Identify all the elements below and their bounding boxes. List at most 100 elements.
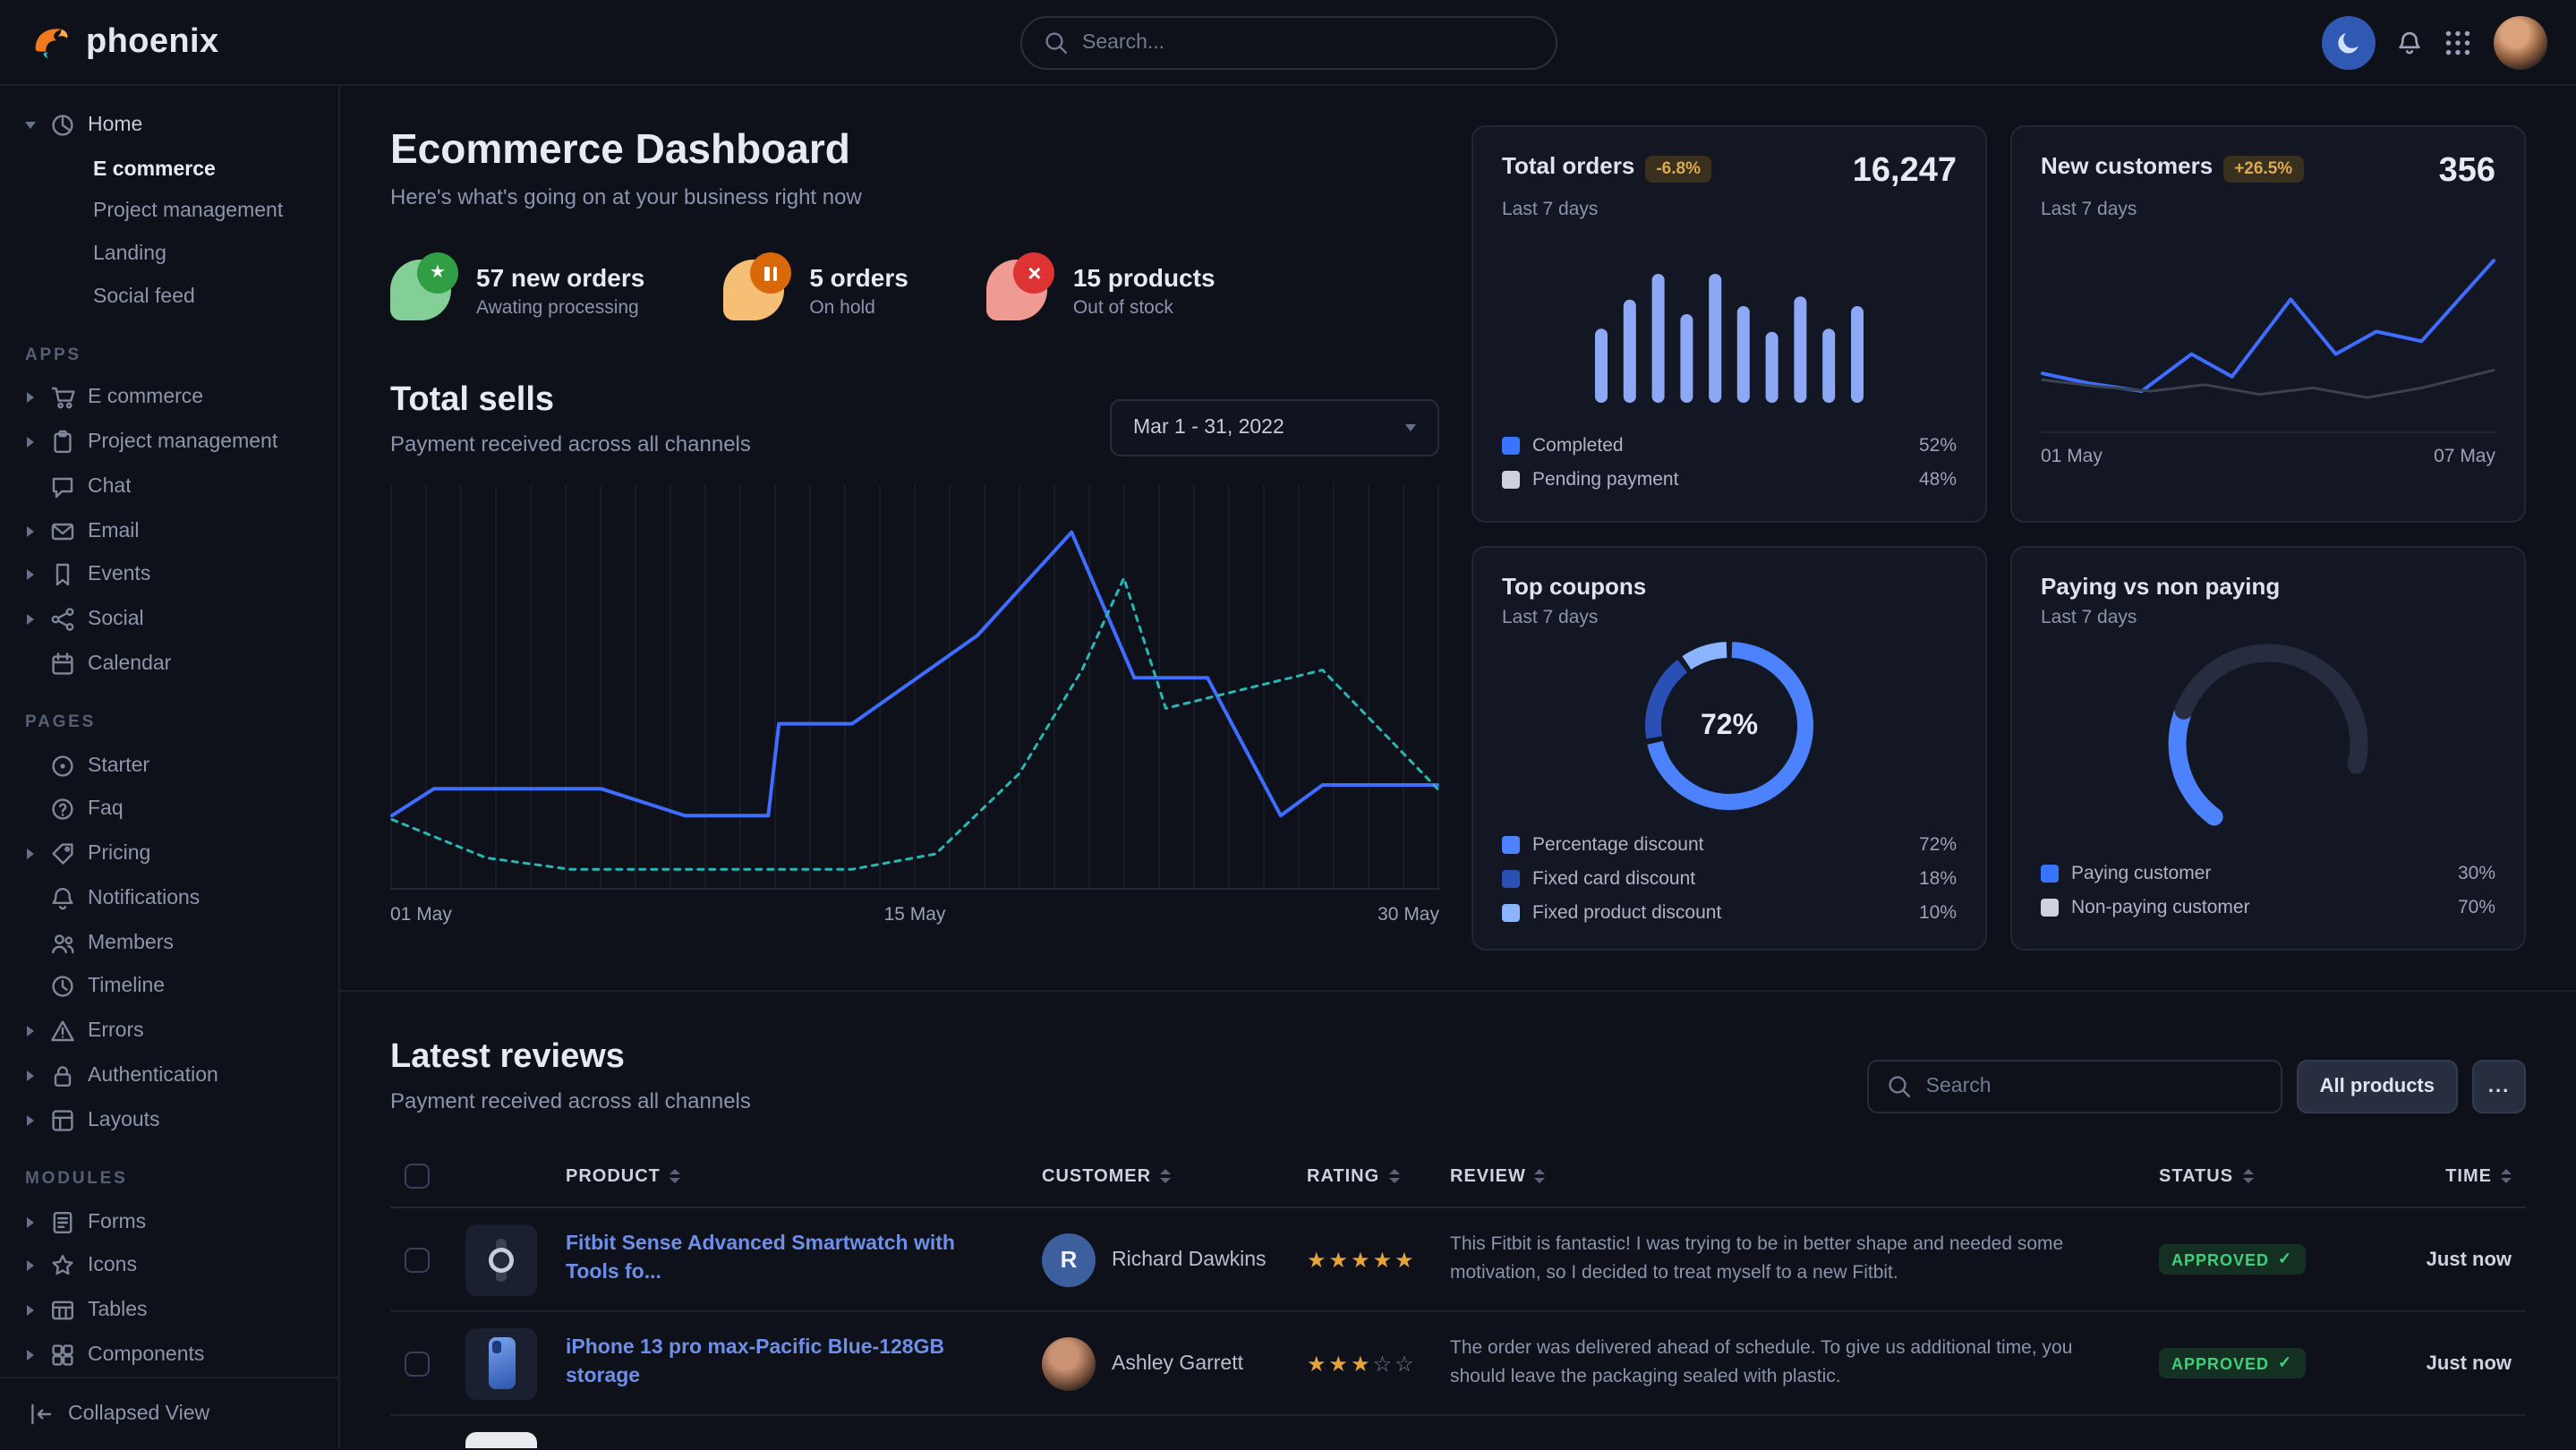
customer-cell[interactable]: Ashley Garrett bbox=[1042, 1336, 1278, 1390]
clipboard-icon bbox=[50, 430, 75, 455]
smartwatch-image bbox=[478, 1236, 525, 1283]
check-icon: ✓ bbox=[2278, 1353, 2292, 1373]
column-product[interactable]: PRODUCT bbox=[551, 1146, 1028, 1207]
sidebar-item-pricing[interactable]: Pricing bbox=[21, 832, 317, 877]
new-customers-badge: +26.5% bbox=[2223, 156, 2303, 183]
column-rating[interactable]: RATING bbox=[1292, 1146, 1436, 1207]
circle-dot-icon bbox=[50, 753, 75, 778]
chevron-right-icon bbox=[21, 849, 38, 859]
sidebar-item-members[interactable]: Members bbox=[21, 921, 317, 966]
table-row[interactable]: Fitbit Sense Advanced Smartwatch with To… bbox=[390, 1207, 2526, 1311]
sidebar-item-components[interactable]: Components bbox=[21, 1333, 317, 1378]
clock-icon bbox=[50, 975, 75, 1000]
sidebar-item-notifications[interactable]: Notifications bbox=[21, 876, 317, 921]
chevron-right-icon bbox=[21, 1350, 38, 1360]
all-products-button[interactable]: All products bbox=[2297, 1060, 2458, 1113]
review-text: This Fitbit is fantastic! I was trying t… bbox=[1450, 1232, 2130, 1288]
sidebar-item-layouts[interactable]: Layouts bbox=[21, 1098, 317, 1143]
global-search-input[interactable] bbox=[1082, 31, 1533, 53]
theme-toggle-button[interactable] bbox=[2322, 15, 2376, 69]
sidebar-item-starter[interactable]: Starter bbox=[21, 744, 317, 789]
sidebar-item-timeline[interactable]: Timeline bbox=[21, 965, 317, 1010]
notifications-button[interactable] bbox=[2397, 30, 2422, 55]
bell-icon bbox=[2397, 30, 2422, 55]
chevron-right-icon bbox=[21, 1026, 38, 1036]
users-icon bbox=[50, 930, 75, 955]
table-row-partial[interactable] bbox=[390, 1415, 2526, 1448]
more-options-button[interactable]: ... bbox=[2472, 1060, 2526, 1113]
out-of-stock-icon: × bbox=[987, 260, 1048, 320]
sidebar-item-project-management-dashboard[interactable]: Project management bbox=[21, 191, 317, 234]
sidebar-item-events[interactable]: Events bbox=[21, 553, 317, 598]
sidebar-item-authentication[interactable]: Authentication bbox=[21, 1053, 317, 1098]
product-image-iphone[interactable] bbox=[465, 1327, 537, 1399]
top-coupons-card: Top coupons Last 7 days 72% Percentage d… bbox=[1471, 546, 1987, 951]
date-range-select[interactable]: Mar 1 - 31, 2022 bbox=[1110, 399, 1439, 456]
brand-name: phoenix bbox=[86, 22, 219, 62]
top-nav: phoenix bbox=[0, 0, 2576, 86]
total-orders-value: 16,247 bbox=[1853, 152, 1957, 192]
row-checkbox[interactable] bbox=[405, 1247, 430, 1272]
sidebar-item-ecommerce[interactable]: E commerce bbox=[21, 376, 317, 421]
column-customer[interactable]: CUSTOMER bbox=[1028, 1146, 1292, 1207]
bookmark-icon bbox=[50, 563, 75, 588]
sidebar-item-chat[interactable]: Chat bbox=[21, 465, 317, 509]
collapse-sidebar-button[interactable]: Collapsed View bbox=[0, 1378, 338, 1448]
avatar bbox=[1042, 1336, 1096, 1390]
sidebar-item-social-feed[interactable]: Social feed bbox=[21, 276, 317, 319]
customer-cell[interactable]: R Richard Dawkins bbox=[1042, 1232, 1278, 1286]
paying-vs-non-paying-card: Paying vs non paying Last 7 days Paying … bbox=[2010, 546, 2526, 951]
sidebar-section-pages: PAGES bbox=[25, 713, 317, 733]
chevron-right-icon bbox=[21, 614, 38, 625]
search-icon bbox=[1887, 1074, 1912, 1099]
mail-icon bbox=[50, 518, 75, 543]
sidebar-item-faq[interactable]: Faq bbox=[21, 788, 317, 832]
share-icon bbox=[50, 607, 75, 632]
legend-fixed-card-discount: Fixed card discount18% bbox=[1502, 861, 1957, 895]
chat-icon bbox=[50, 474, 75, 499]
row-checkbox[interactable] bbox=[405, 1351, 430, 1376]
sidebar-item-email[interactable]: Email bbox=[21, 508, 317, 553]
top-coupons-center-value: 72% bbox=[1640, 639, 1819, 813]
column-review[interactable]: REVIEW bbox=[1436, 1146, 2145, 1207]
sort-icon bbox=[1388, 1169, 1399, 1182]
rating-stars: ★★★☆☆ bbox=[1307, 1351, 1417, 1376]
column-status[interactable]: STATUS bbox=[2145, 1146, 2356, 1207]
sidebar-item-errors[interactable]: Errors bbox=[21, 1010, 317, 1054]
chevron-down-icon bbox=[21, 123, 38, 130]
sidebar-item-icons[interactable]: Icons bbox=[21, 1244, 317, 1289]
sidebar-item-ecommerce-dashboard[interactable]: E commerce bbox=[21, 149, 317, 192]
time-value: Just now bbox=[2370, 1249, 2512, 1270]
total-sells-subtitle: Payment received across all channels bbox=[390, 431, 751, 456]
bell-icon bbox=[50, 886, 75, 911]
pie-chart-icon bbox=[50, 114, 75, 139]
brand[interactable]: phoenix bbox=[29, 20, 351, 64]
sidebar-item-landing[interactable]: Landing bbox=[21, 234, 317, 277]
apps-grid-button[interactable] bbox=[2444, 28, 2472, 56]
table-row[interactable]: iPhone 13 pro max-Pacific Blue-128GB sto… bbox=[390, 1311, 2526, 1415]
chevron-right-icon bbox=[21, 1261, 38, 1272]
chevron-right-icon bbox=[21, 1305, 38, 1316]
chevron-right-icon bbox=[21, 1115, 38, 1126]
user-avatar[interactable] bbox=[2494, 15, 2547, 69]
product-link[interactable]: Fitbit Sense Advanced Smartwatch with To… bbox=[566, 1232, 1013, 1287]
tag-icon bbox=[50, 841, 75, 866]
product-image[interactable] bbox=[465, 1431, 537, 1448]
product-image-smartwatch[interactable] bbox=[465, 1224, 537, 1295]
reviews-search-input[interactable] bbox=[1926, 1076, 2263, 1097]
total-orders-badge: -6.8% bbox=[1645, 156, 1711, 183]
select-all-checkbox[interactable] bbox=[405, 1164, 430, 1189]
new-customers-x-axis: 01 May 07 May bbox=[2041, 431, 2495, 467]
sidebar-item-social[interactable]: Social bbox=[21, 597, 317, 642]
column-time[interactable]: TIME bbox=[2356, 1146, 2526, 1207]
sidebar-item-forms[interactable]: Forms bbox=[21, 1199, 317, 1244]
status-badge: APPROVED✓ bbox=[2159, 1348, 2305, 1378]
check-icon: ✓ bbox=[2278, 1250, 2292, 1269]
product-link[interactable]: iPhone 13 pro max-Pacific Blue-128GB sto… bbox=[566, 1335, 1013, 1391]
sidebar-item-project-management[interactable]: Project management bbox=[21, 420, 317, 465]
sidebar-item-calendar[interactable]: Calendar bbox=[21, 642, 317, 687]
sidebar-group-home[interactable]: Home bbox=[21, 104, 317, 149]
global-search[interactable] bbox=[1019, 15, 1557, 69]
sidebar-item-tables[interactable]: Tables bbox=[21, 1288, 317, 1333]
reviews-search[interactable] bbox=[1867, 1060, 2282, 1113]
